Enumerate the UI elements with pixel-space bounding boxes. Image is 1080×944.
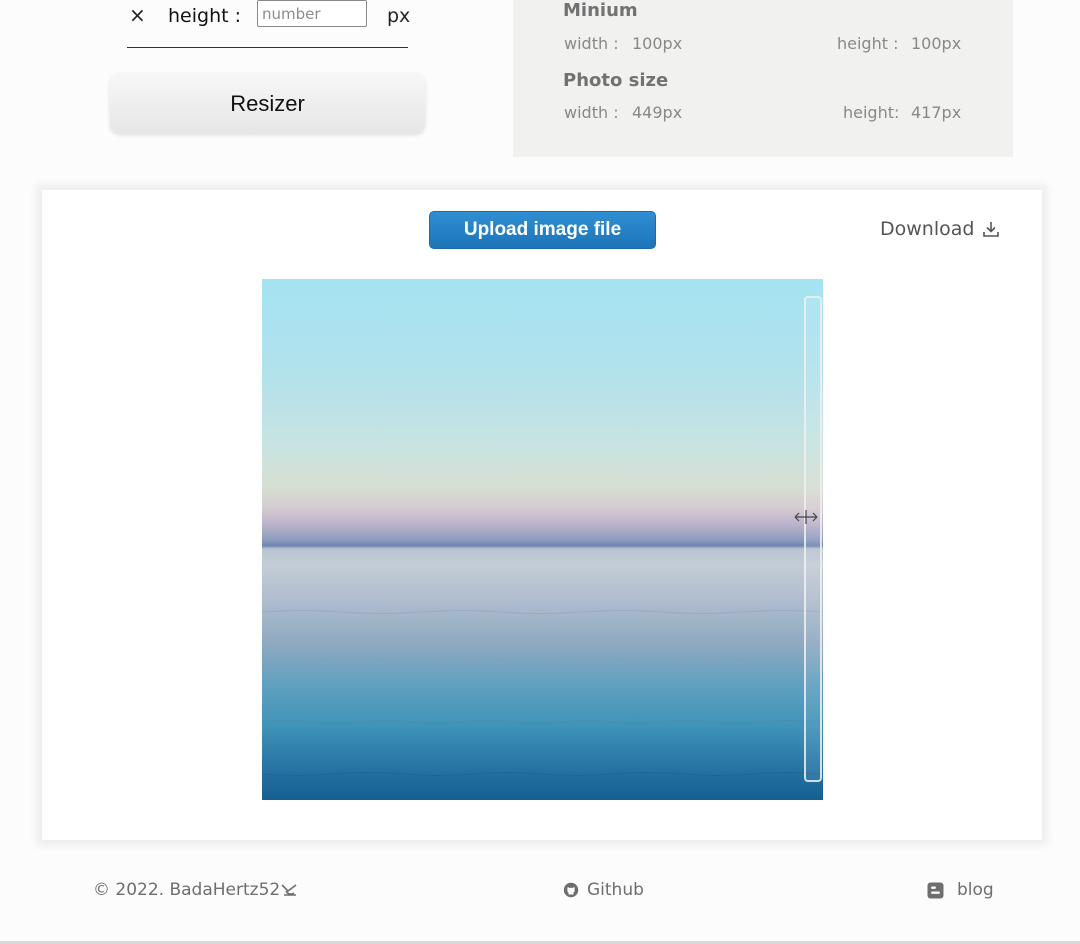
minimum-width-value: 100px xyxy=(632,34,683,53)
photo-height-value: 417px xyxy=(911,103,962,122)
water-ripple xyxy=(262,610,823,614)
github-label: Github xyxy=(587,880,644,900)
github-icon xyxy=(563,882,579,898)
resize-handle[interactable] xyxy=(804,296,822,782)
resize-form: × height : px Resizer xyxy=(110,0,425,140)
image-card: Upload image file Download xyxy=(42,190,1042,840)
water-ripple xyxy=(262,772,823,776)
upload-image-button[interactable]: Upload image file xyxy=(429,211,656,249)
download-icon xyxy=(983,222,1000,237)
image-preview[interactable] xyxy=(262,279,823,800)
github-link[interactable]: Github xyxy=(563,880,644,900)
minimum-heading: Minium xyxy=(563,0,638,21)
minimum-width-label: width : xyxy=(564,34,619,53)
resize-cursor-icon xyxy=(794,510,818,524)
size-info-panel: Minium width : 100px height : 100px Phot… xyxy=(513,0,1013,157)
minimum-height-value: 100px xyxy=(911,34,962,53)
blog-link[interactable]: blog xyxy=(927,880,994,900)
photo-width-value: 449px xyxy=(632,103,683,122)
photo-size-heading: Photo size xyxy=(563,70,669,91)
height-unit: px xyxy=(387,5,411,27)
minimum-height-label: height : xyxy=(837,34,899,53)
blog-label: blog xyxy=(957,880,994,900)
blogger-icon xyxy=(927,882,944,898)
download-link[interactable]: Download xyxy=(880,218,1000,240)
photo-height-label: height: xyxy=(843,103,900,122)
water-ripple xyxy=(262,658,823,662)
height-label: height : xyxy=(168,5,242,27)
photo-width-label: width : xyxy=(564,103,619,122)
height-input[interactable] xyxy=(257,0,367,27)
water-ripple xyxy=(262,720,823,724)
download-label: Download xyxy=(880,218,975,240)
whale-icon xyxy=(281,884,297,896)
resizer-button[interactable]: Resizer xyxy=(110,74,425,134)
copyright-text: © 2022. BadaHertz52 xyxy=(93,880,281,900)
footer: © 2022. BadaHertz52 Github blog xyxy=(0,870,1080,914)
copyright: © 2022. BadaHertz52 xyxy=(93,880,298,900)
height-row: × height : px xyxy=(127,0,411,48)
times-icon: × xyxy=(129,3,146,27)
